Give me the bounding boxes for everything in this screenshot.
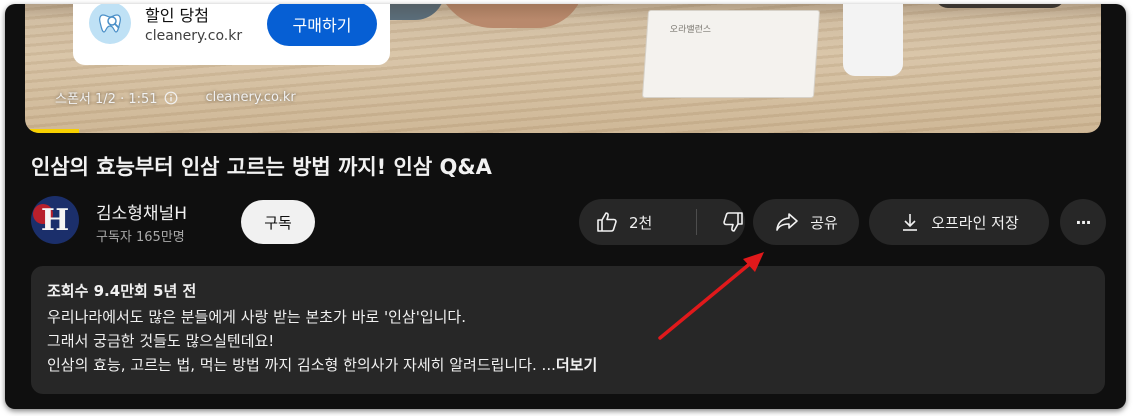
sponsor-label: 스폰서 1/2 · 1:51 — [55, 92, 158, 107]
product-box-text: 오라밸런스 — [669, 25, 712, 35]
like-dislike-group: 2천 — [579, 199, 745, 245]
tooth-logo-icon — [89, 4, 131, 44]
view-count-date: 조회수 9.4만회 5년 전 — [47, 282, 197, 300]
ad-title: 할인 당첨 — [145, 6, 209, 25]
more-actions-button[interactable]: ··· — [1060, 199, 1106, 245]
buy-button[interactable]: 구매하기 — [267, 4, 377, 46]
subscribe-button[interactable]: 구독 — [241, 200, 315, 244]
sponsor-info: 스폰서 1/2 · 1:51 cleanery.co.kr — [55, 88, 296, 107]
thumbs-down-icon — [721, 210, 745, 234]
share-button[interactable]: 공유 — [753, 199, 859, 245]
ad-domain: cleanery.co.kr — [145, 28, 243, 44]
dislike-button[interactable] — [721, 210, 745, 234]
video-player[interactable]: 오라밸런스 할인 당첨 cleanery.co.kr 구매하기 — [25, 4, 1101, 133]
video-title: 인삼의 효능부터 인삼 고르는 방법 까지! 인삼 Q&A — [31, 155, 492, 179]
share-arrow-icon — [774, 210, 800, 234]
avatar-letter: H — [40, 202, 70, 238]
description-line-2: 그래서 궁금한 것들도 많으실텐데요! — [47, 332, 275, 350]
ad-card[interactable]: 할인 당첨 cleanery.co.kr 구매하기 — [73, 4, 390, 65]
like-button[interactable]: 2천 — [579, 210, 686, 234]
download-icon — [899, 211, 921, 233]
channel-name[interactable]: 김소형채널H — [96, 199, 187, 224]
info-icon[interactable] — [164, 91, 178, 105]
video-overlay-button[interactable] — [935, 4, 1065, 8]
description-line-3: 인삼의 효능, 고르는 법, 먹는 방법 까지 김소형 한의사가 자세히 알려드… — [47, 354, 597, 375]
subscriber-count: 구독자 165만명 — [96, 230, 185, 245]
download-label: 오프라인 저장 — [931, 213, 1019, 232]
download-button[interactable]: 오프라인 저장 — [869, 199, 1049, 245]
like-count: 2천 — [629, 213, 653, 232]
channel-avatar[interactable]: H — [31, 196, 79, 244]
more-dots-icon: ··· — [1075, 212, 1091, 232]
sponsor-domain[interactable]: cleanery.co.kr — [206, 90, 296, 105]
show-more-link[interactable]: 더보기 — [556, 356, 597, 374]
description-line-1: 우리나라에서도 많은 분들에게 사랑 받는 본초가 바로 '인삼'입니다. — [47, 308, 466, 326]
share-label: 공유 — [810, 213, 838, 232]
description-line-3-text: 인삼의 효능, 고르는 법, 먹는 방법 까지 김소형 한의사가 자세히 알려드… — [47, 356, 556, 374]
thumbs-up-icon — [595, 210, 619, 234]
product-box: 오라밸런스 — [641, 10, 821, 98]
video-progress-bar[interactable] — [25, 129, 79, 133]
like-divider — [696, 209, 697, 235]
video-scene-cup — [843, 4, 903, 76]
description-box[interactable]: 조회수 9.4만회 5년 전 우리나라에서도 많은 분들에게 사랑 받는 본초가… — [31, 266, 1105, 394]
youtube-watch-panel: 오라밸런스 할인 당첨 cleanery.co.kr 구매하기 스폰서 1/2 … — [5, 4, 1126, 409]
